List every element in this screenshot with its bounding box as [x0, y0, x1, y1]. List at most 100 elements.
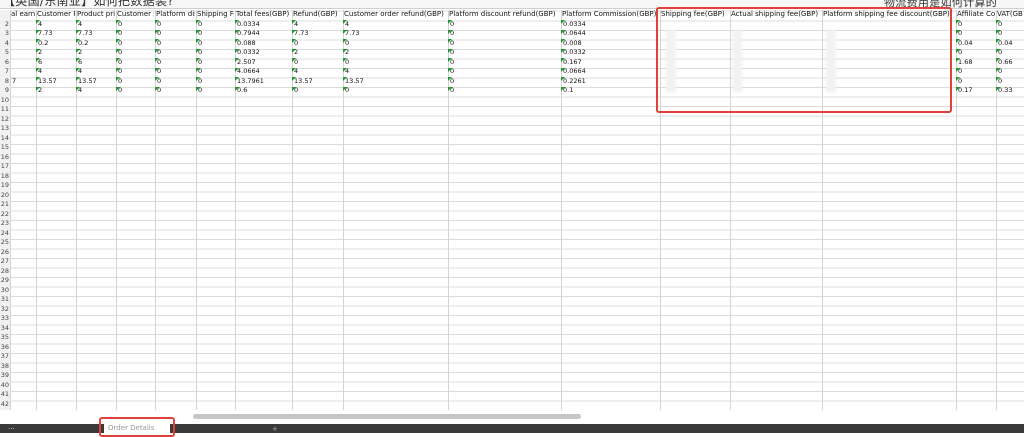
error-marker-icon: [155, 29, 159, 34]
row-number[interactable]: 3: [0, 29, 9, 38]
row-number[interactable]: 24: [0, 229, 9, 238]
error-marker-icon: [996, 58, 1000, 62]
error-marker-icon: [292, 20, 296, 24]
row-number[interactable]: 17: [0, 162, 9, 171]
column-header-plat_disc_refund[interactable]: Platform discount refund(GBP): [448, 10, 560, 19]
row-number[interactable]: 41: [0, 390, 9, 399]
error-marker-icon: [292, 77, 296, 81]
error-marker-icon: [343, 39, 347, 43]
error-marker-icon: [76, 77, 80, 81]
row-number[interactable]: 38: [0, 362, 9, 371]
row-number[interactable]: 5: [0, 48, 9, 57]
error-marker-icon: [448, 77, 452, 81]
column-header-prod_price[interactable]: Product price: [76, 10, 115, 19]
error-marker-icon: [235, 39, 239, 43]
sheet-tab-other[interactable]: ...: [8, 424, 15, 431]
column-header-plat_comm[interactable]: Platform Commission(GBP): [561, 10, 659, 19]
row-number[interactable]: 18: [0, 172, 9, 181]
row-number[interactable]: 12: [0, 115, 9, 124]
row-number[interactable]: 19: [0, 181, 9, 190]
row-number[interactable]: 27: [0, 257, 9, 266]
error-marker-icon: [448, 58, 452, 62]
error-marker-icon: [76, 67, 80, 72]
table-cell[interactable]: 7: [10, 77, 16, 86]
row-number[interactable]: 31: [0, 295, 9, 304]
row-number[interactable]: 34: [0, 324, 9, 333]
row-number[interactable]: 39: [0, 371, 9, 380]
error-marker-icon: [292, 67, 296, 72]
error-marker-icon: [343, 86, 347, 91]
column-header-total_fees[interactable]: Total fees(GBP): [235, 10, 291, 19]
error-marker-icon: [36, 39, 40, 43]
column-header-ship_fee[interactable]: Shipping Fee: [196, 10, 234, 19]
row-number[interactable]: 20: [0, 191, 9, 200]
row-number[interactable]: 13: [0, 124, 9, 133]
column-header-plat_disc[interactable]: Platform discount: [155, 10, 195, 19]
row-number[interactable]: 4: [0, 39, 9, 48]
error-marker-icon: [36, 29, 40, 34]
row-number[interactable]: 21: [0, 200, 9, 209]
table-cell[interactable]: 13.7961: [235, 77, 264, 86]
row-number[interactable]: 42: [0, 400, 9, 409]
error-marker-icon: [956, 29, 960, 34]
row-number[interactable]: 35: [0, 333, 9, 342]
row-number[interactable]: 7: [0, 67, 9, 76]
row-number[interactable]: 14: [0, 134, 9, 143]
horizontal-scroll-thumb[interactable]: [193, 414, 581, 419]
error-marker-icon: [36, 48, 40, 53]
row-number[interactable]: 2: [0, 20, 9, 29]
row-number[interactable]: 26: [0, 248, 9, 257]
error-marker-icon: [561, 20, 565, 24]
row-number[interactable]: 33: [0, 314, 9, 323]
error-marker-icon: [996, 20, 1000, 24]
error-marker-icon: [448, 48, 452, 53]
error-marker-icon: [155, 39, 159, 43]
column-header-refund[interactable]: Refund(GBP): [292, 10, 342, 19]
row-number[interactable]: 9: [0, 86, 9, 95]
row-number[interactable]: 6: [0, 58, 9, 67]
error-marker-icon: [956, 58, 960, 62]
row-number[interactable]: 22: [0, 210, 9, 219]
error-marker-icon: [561, 29, 565, 34]
row-number[interactable]: 10: [0, 96, 9, 105]
row-number[interactable]: 36: [0, 343, 9, 352]
row-number[interactable]: 25: [0, 238, 9, 247]
error-marker-icon: [155, 77, 159, 81]
row-number[interactable]: 30: [0, 286, 9, 295]
row-number[interactable]: 37: [0, 352, 9, 361]
error-marker-icon: [196, 67, 200, 72]
error-marker-icon: [155, 86, 159, 91]
error-marker-icon: [36, 20, 40, 24]
row-number[interactable]: 32: [0, 305, 9, 314]
column-header-vat[interactable]: VAT(GBP): [996, 10, 1023, 19]
row-number[interactable]: 28: [0, 267, 9, 276]
error-marker-icon: [235, 29, 239, 34]
row-number[interactable]: 8: [0, 77, 9, 86]
column-header-cust_ship[interactable]: Customer shipping: [116, 10, 154, 19]
error-marker-icon: [196, 86, 200, 91]
column-header-earning[interactable]: al earning: [10, 10, 35, 19]
column-header-cust_refund[interactable]: Customer order refund(GBP): [343, 10, 447, 19]
error-marker-icon: [292, 48, 296, 53]
row-number[interactable]: 11: [0, 105, 9, 114]
column-header-cust_p[interactable]: Customer Payment: [36, 10, 75, 19]
error-marker-icon: [196, 58, 200, 62]
error-marker-icon: [343, 29, 347, 34]
column-header-affiliate[interactable]: Affiliate Commission: [956, 10, 995, 19]
row-number[interactable]: 16: [0, 153, 9, 162]
column-divider: [10, 10, 11, 419]
error-marker-icon: [76, 58, 80, 62]
error-marker-icon: [561, 58, 565, 62]
error-marker-icon: [116, 58, 120, 62]
error-marker-icon: [76, 29, 80, 34]
error-marker-icon: [996, 67, 1000, 72]
error-marker-icon: [561, 39, 565, 43]
error-marker-icon: [343, 20, 347, 24]
row-number[interactable]: 23: [0, 219, 9, 228]
add-sheet-icon[interactable]: +: [272, 425, 278, 433]
error-marker-icon: [155, 67, 159, 72]
row-number[interactable]: 40: [0, 381, 9, 390]
row-number[interactable]: 29: [0, 276, 9, 285]
row-number[interactable]: 15: [0, 143, 9, 152]
error-marker-icon: [36, 67, 40, 72]
